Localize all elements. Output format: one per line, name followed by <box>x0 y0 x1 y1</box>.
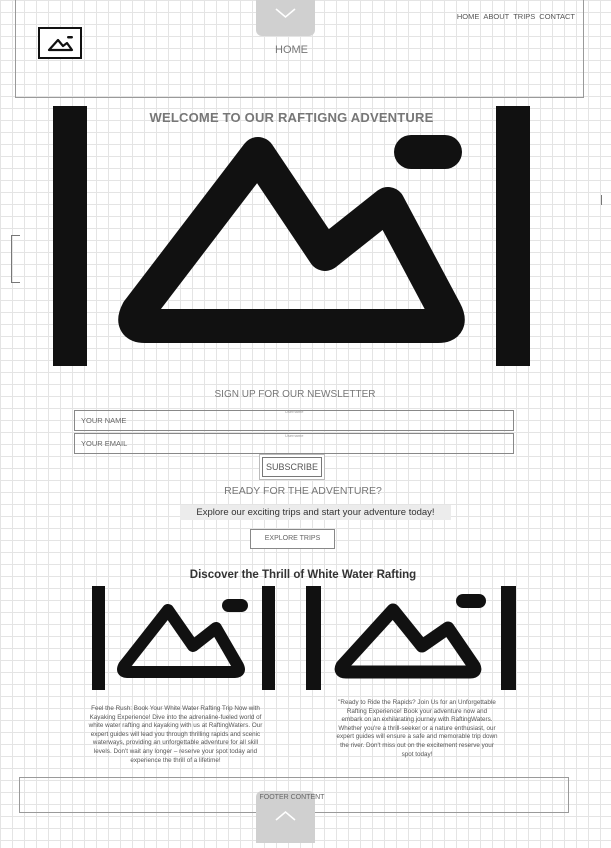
name-field-label: Username <box>285 409 304 414</box>
explore-trips-button[interactable]: EXPLORE TRIPS <box>250 529 335 549</box>
main-nav: HOME ABOUT TRIPS CONTACT <box>457 12 575 21</box>
page-title: HOME <box>275 44 308 56</box>
newsletter-title: SIGN UP FOR OUR NEWSLETTER <box>214 389 376 400</box>
footer-text: FOOTER CONTENT <box>259 794 325 801</box>
card-description: "Ready to Ride the Rapids? Join Us for a… <box>336 699 498 758</box>
image-placeholder-icon <box>92 586 275 690</box>
top-tab-toggle[interactable] <box>256 0 315 36</box>
nav-trips[interactable]: TRIPS <box>513 12 535 21</box>
card-image <box>306 586 516 690</box>
cta-title: READY FOR THE ADVENTURE? <box>224 485 382 497</box>
discover-title: Discover the Thrill of White Water Rafti… <box>189 569 417 581</box>
card-image <box>92 586 275 690</box>
email-field-label: Username <box>285 433 304 438</box>
scroll-indicator <box>11 235 20 283</box>
nav-contact[interactable]: CONTACT <box>539 12 575 21</box>
image-placeholder-icon <box>53 106 530 366</box>
image-placeholder-icon <box>306 586 516 690</box>
cta-text: Explore our exciting trips and start you… <box>180 505 451 520</box>
side-marker <box>601 195 602 205</box>
subscribe-button[interactable]: SUBSCRIBE <box>262 457 322 477</box>
hero-image <box>53 106 530 366</box>
nav-about[interactable]: ABOUT <box>483 12 509 21</box>
chevron-down-icon <box>275 8 296 19</box>
nav-home[interactable]: HOME <box>457 12 480 21</box>
card-description: Feel the Rush: Book Your White Water Raf… <box>88 705 263 764</box>
hero-title: WELCOME TO OUR RAFTIGNG ADVENTURE <box>149 110 434 125</box>
